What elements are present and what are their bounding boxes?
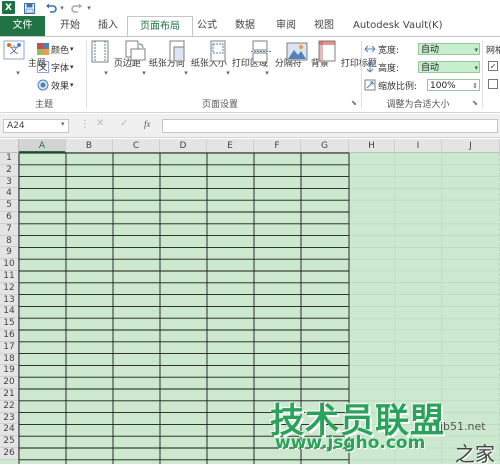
tab-view[interactable]: 视图	[314, 16, 334, 36]
width-value: 自动	[421, 45, 440, 55]
chevron-down-icon: ▾	[142, 69, 146, 77]
chevron-down-icon: ▾	[70, 63, 74, 71]
tab-home[interactable]: 开始	[60, 16, 80, 36]
orientation-button[interactable]: 纸张方向 ▾	[124, 40, 185, 77]
group-divider	[86, 41, 87, 109]
watermark-url: www.jsgho.com	[275, 433, 426, 453]
height-value: 自动	[421, 63, 440, 73]
height-label: 高度:	[378, 63, 400, 74]
watermark-site: jb51.net	[440, 420, 486, 433]
formula-bar: A24 ▾ ⋮ ✕ ✓ fx	[0, 114, 500, 138]
customize-toolbar-icon[interactable]: ▾	[85, 1, 93, 15]
fonts-icon: 文	[37, 61, 49, 73]
themes-button[interactable]: 文 主题 ▾	[3, 40, 46, 77]
height-row: 高度:	[364, 59, 399, 75]
gridlines-label: 网格	[486, 45, 500, 56]
excel-logo-icon: X	[2, 1, 15, 14]
width-icon	[364, 45, 376, 53]
chevron-down-icon: ▾	[474, 64, 478, 72]
group-divider	[482, 41, 483, 109]
more-dots-icon: ⋮	[80, 119, 90, 130]
name-box[interactable]: A24	[3, 119, 69, 133]
cancel-icon[interactable]: ✕	[96, 118, 104, 129]
height-icon	[366, 61, 374, 73]
title-bar: X ▾ ▾	[0, 0, 500, 16]
tab-data[interactable]: 数据	[235, 16, 255, 36]
ribbon: 文 主题 ▾ 颜色 ▾ 文 字体 ▾ 效果 ▾ 主题 页边距 ▾ 纸张方向 ▾ …	[0, 36, 500, 113]
redo-icon[interactable]	[70, 1, 84, 15]
chevron-down-icon: ▾	[16, 69, 20, 77]
enter-icon[interactable]: ✓	[120, 118, 128, 129]
scale-value: 100%	[430, 81, 456, 91]
undo-icon[interactable]	[44, 1, 58, 15]
group-divider	[361, 41, 362, 109]
ribbon-tab-bar: 文件 开始 插入 页面布局 公式 数据 审阅 视图 Autodesk Vault…	[0, 16, 500, 38]
margins-icon	[91, 40, 109, 63]
scale-to-fit-launcher-icon[interactable]: ⬊	[472, 99, 480, 107]
scale-label: 缩放比例:	[378, 81, 418, 92]
gridlines-header: 网格	[486, 41, 500, 57]
print-titles-icon	[318, 40, 336, 62]
chevron-down-icon: ▾	[184, 69, 188, 77]
width-row: 宽度:	[364, 41, 399, 57]
colors-label: 颜色	[51, 45, 70, 56]
breaks-icon	[251, 40, 271, 63]
tab-formulas[interactable]: 公式	[197, 16, 217, 36]
margins-button[interactable]: 页边距 ▾	[89, 40, 141, 77]
chevron-down-icon: ▾	[265, 69, 269, 77]
chevron-down-icon: ▾	[70, 45, 74, 53]
chevron-down-icon[interactable]: ▾	[61, 120, 65, 128]
breaks-button[interactable]: 分隔符 ▾	[250, 40, 302, 77]
width-dropdown[interactable]: 自动 ▾	[418, 43, 480, 55]
save-icon[interactable]	[22, 1, 36, 15]
group-label-page-setup: 页面设置	[201, 100, 238, 110]
spinner-icon[interactable]: ⇕	[472, 80, 478, 92]
orientation-icon	[125, 40, 146, 61]
gridlines-view-checkbox[interactable]: ✓	[488, 61, 498, 71]
group-label-scale-to-fit: 调整为合适大小	[386, 100, 450, 110]
page-setup-launcher-icon[interactable]: ⬊	[351, 99, 359, 107]
tab-review[interactable]: 审阅	[276, 16, 296, 36]
fonts-button[interactable]: 文 字体 ▾	[37, 59, 74, 75]
fonts-label: 字体	[51, 63, 70, 74]
effects-button[interactable]: 效果 ▾	[37, 77, 74, 93]
tab-file[interactable]: 文件	[0, 16, 45, 36]
scale-row: 缩放比例:	[364, 77, 417, 93]
background-image-icon	[286, 42, 308, 61]
print-area-icon	[210, 40, 226, 62]
formula-input[interactable]	[162, 119, 498, 133]
colors-icon	[37, 43, 49, 55]
undo-dropdown-icon[interactable]: ▾	[58, 1, 66, 15]
effects-label: 效果	[51, 81, 70, 92]
tab-autodesk-vault[interactable]: Autodesk Vault(K)	[353, 16, 443, 36]
insert-function-icon[interactable]: fx	[144, 119, 151, 129]
colors-button[interactable]: 颜色 ▾	[37, 41, 74, 57]
chevron-down-icon: ▾	[70, 81, 74, 89]
tab-insert[interactable]: 插入	[98, 16, 118, 36]
chevron-down-icon: ▾	[226, 69, 230, 77]
scale-icon	[364, 79, 376, 91]
chevron-down-icon: ▾	[104, 69, 108, 77]
group-label-themes: 主题	[34, 100, 53, 110]
scale-input[interactable]: 100% ⇕	[427, 79, 480, 91]
chevron-down-icon: ▾	[474, 46, 478, 54]
paper-size-icon	[169, 40, 185, 62]
themes-icon: 文	[3, 40, 25, 60]
width-label: 宽度:	[378, 45, 400, 56]
height-dropdown[interactable]: 自动 ▾	[418, 61, 480, 73]
gridlines-print-checkbox[interactable]	[488, 79, 498, 89]
print-area-button[interactable]: 打印区域 ▾	[207, 40, 268, 77]
print-titles-button[interactable]: 打印标题	[316, 40, 377, 69]
background-button[interactable]: 背景	[286, 40, 329, 69]
effects-icon	[37, 79, 49, 91]
size-button[interactable]: 纸张大小 ▾	[166, 40, 227, 77]
tab-page-layout[interactable]: 页面布局	[127, 16, 193, 38]
watermark-home: 之家	[455, 442, 495, 466]
